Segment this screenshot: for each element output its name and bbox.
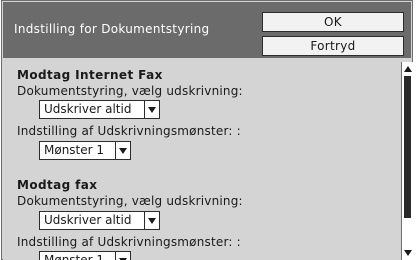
print-selection-label-internet-fax: Dokumentstyring, vælg udskrivning: bbox=[17, 84, 243, 98]
cancel-button[interactable]: Fortryd bbox=[262, 36, 404, 56]
section-title-internet-fax: Modtag Internet Fax bbox=[17, 68, 163, 82]
scrollbar-thumb[interactable] bbox=[404, 76, 411, 218]
document-control-settings-screen: Indstilling for Dokumentstyring OK Fortr… bbox=[0, 0, 416, 260]
print-selection-value: Udskriver altid bbox=[39, 100, 145, 119]
settings-list: Modtag Internet Fax Dokumentstyring, væl… bbox=[3, 58, 401, 260]
print-pattern-value: Mønster 1 bbox=[39, 251, 116, 260]
chevron-down-icon[interactable] bbox=[116, 141, 131, 160]
print-pattern-label-internet-fax: Indstilling af Udskrivningsmønster: : bbox=[17, 124, 241, 138]
print-selection-label-fax: Dokumentstyring, vælg udskrivning: bbox=[17, 194, 243, 208]
print-pattern-value: Mønster 1 bbox=[39, 141, 116, 160]
page-title: Indstilling for Dokumentstyring bbox=[14, 22, 210, 36]
chevron-down-icon[interactable] bbox=[145, 211, 160, 230]
chevron-down-icon[interactable] bbox=[116, 251, 131, 260]
chevron-down-icon[interactable] bbox=[145, 100, 160, 119]
ok-button[interactable]: OK bbox=[262, 12, 404, 32]
print-selection-value: Udskriver altid bbox=[39, 211, 145, 230]
vertical-scrollbar[interactable] bbox=[401, 62, 413, 260]
arrow-down-icon[interactable] bbox=[403, 248, 413, 258]
print-pattern-dropdown-fax[interactable]: Mønster 1 bbox=[39, 251, 131, 260]
section-title-fax: Modtag fax bbox=[17, 178, 98, 192]
print-pattern-dropdown-internet-fax[interactable]: Mønster 1 bbox=[39, 141, 131, 160]
print-selection-dropdown-fax[interactable]: Udskriver altid bbox=[39, 211, 160, 230]
print-pattern-label-fax: Indstilling af Udskrivningsmønster: : bbox=[17, 235, 241, 249]
print-selection-dropdown-internet-fax[interactable]: Udskriver altid bbox=[39, 100, 160, 119]
arrow-up-icon[interactable] bbox=[403, 64, 413, 74]
